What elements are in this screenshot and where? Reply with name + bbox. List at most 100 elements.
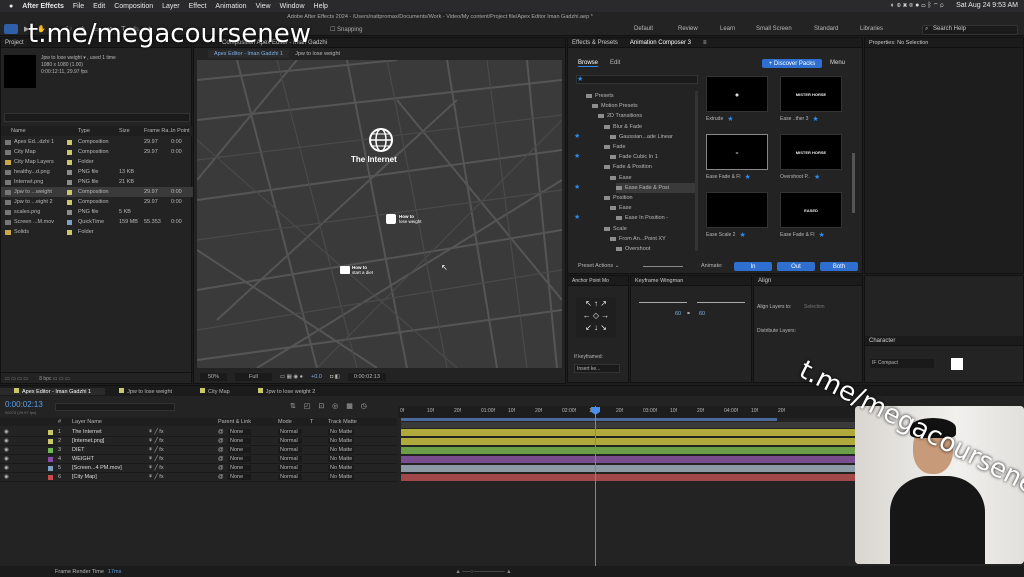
status-icons[interactable]: ◐ ◍ ▣ ◎ ● ▭ ᛒ ◠ ⌕ [891, 2, 944, 9]
item-label-color[interactable] [67, 199, 72, 205]
parent-select[interactable]: None [228, 447, 252, 453]
parent-pickwhip-icon[interactable]: @ [218, 456, 224, 462]
track-matte-select[interactable]: No Matte [328, 447, 355, 453]
comp-canvas[interactable]: The Internet How to lose weight How to s… [197, 60, 562, 368]
col-in[interactable]: In Point [171, 128, 190, 134]
project-search-input[interactable] [4, 113, 190, 122]
menu-view[interactable]: View [256, 3, 271, 10]
grid-scrollbar[interactable] [852, 153, 855, 213]
timeline-zoom-slider[interactable]: ▲ ──○──────── ▲ [455, 569, 511, 575]
preset-thumbnail-label[interactable]: Overshoot P.. ★ [780, 172, 846, 182]
item-label-color[interactable] [67, 169, 72, 175]
preset-thumbnail[interactable]: ◉ [706, 76, 768, 112]
apple-icon[interactable]: ● [9, 3, 13, 10]
layer-switches[interactable]: ⚘ ╱ fx [148, 438, 164, 444]
preset-tree-item[interactable]: 2D Transitions [598, 111, 642, 121]
font-family-select[interactable]: IF Compact [870, 359, 934, 368]
project-item[interactable]: Apex Ed...dzhi 1 Composition 29.97 0:00 [1, 137, 193, 147]
preset-thumbnail-label[interactable]: Ease ..ther 3 ★ [780, 114, 846, 124]
project-item[interactable]: City Map Composition 29.97 0:00 [1, 147, 193, 157]
favorite-star-icon[interactable]: ★ [818, 231, 824, 239]
menu-composition[interactable]: Composition [114, 3, 153, 10]
favorite-star-icon[interactable]: ★ [574, 152, 580, 160]
parent-select[interactable]: None [228, 456, 252, 462]
mode-select[interactable]: Normal [278, 438, 302, 444]
parent-pickwhip-icon[interactable]: @ [218, 465, 224, 471]
timeline-tab[interactable]: City Map [186, 387, 244, 395]
project-item[interactable]: Screen ...M.mov QuickTime 159 MB 55.353 0:00 [1, 217, 193, 227]
animate-out-button[interactable]: Out [777, 262, 815, 271]
favorite-star-icon[interactable]: ★ [739, 231, 745, 239]
preset-tree-item[interactable]: Ease Fade & Posi [616, 182, 698, 193]
workspace-learn[interactable]: Learn [720, 26, 735, 32]
label-swatch[interactable] [48, 447, 53, 453]
preset-tree-item[interactable]: Overshoot [616, 244, 650, 254]
label-swatch[interactable] [48, 429, 53, 435]
menu-edit[interactable]: Edit [93, 3, 105, 10]
ease-out-slider[interactable] [697, 302, 745, 303]
viewer-timecode[interactable]: 0:00:02:13 [347, 373, 386, 381]
discover-packs-button[interactable]: + Discover Packs [762, 59, 822, 68]
timeline-tab[interactable]: Jpw to lose weight [105, 387, 186, 395]
workspace-review[interactable]: Review [678, 26, 698, 32]
layer-switches[interactable]: ⚘ ╱ fx [148, 474, 164, 480]
time-ruler[interactable]: 0f 10f 20f 01:00f 10f 20f 02:00f 10f 20f 03:00f 10… [398, 406, 858, 418]
link-icon[interactable]: ⚭ [686, 310, 691, 317]
timeline-timecode[interactable]: 0:00:02:13 [5, 400, 43, 409]
layer-switches[interactable]: ⚘ ╱ fx [148, 465, 164, 471]
timeline-switch-icons[interactable]: ⇅ ◰ ⊡ ◎ ▦ ◷ [290, 402, 370, 410]
project-item[interactable]: Internet.png PNG file 21 KB [1, 177, 193, 187]
menu-file[interactable]: File [73, 3, 84, 10]
home-icon[interactable] [4, 24, 18, 34]
timeline-tab[interactable]: Jpw to lose weight 2 [244, 387, 330, 395]
preset-thumbnail-label[interactable]: Ease Scale 2 ★ [706, 230, 772, 240]
menu-icon[interactable]: ≡ [703, 40, 707, 46]
tab-animation-composer[interactable]: Animation Composer 3 [630, 40, 691, 46]
parent-select[interactable]: None [228, 429, 252, 435]
track-matte-select[interactable]: No Matte [328, 438, 355, 444]
favorite-star-icon[interactable]: ★ [744, 173, 750, 181]
menu-help[interactable]: Help [314, 3, 328, 10]
mode-select[interactable]: Normal [278, 474, 302, 480]
snapping-toggle[interactable]: ☐ Snapping [330, 26, 362, 33]
preset-thumbnail-label[interactable]: Extrude ★ [706, 114, 772, 124]
workspace-libraries[interactable]: Libraries [860, 26, 883, 32]
tree-scrollbar[interactable] [695, 91, 698, 251]
mode-select[interactable]: Normal [278, 429, 302, 435]
ease-in-slider[interactable] [639, 302, 687, 303]
layer-duration-bar[interactable] [401, 456, 856, 463]
preset-thumbnail-label[interactable]: Ease Fade & Fl ★ [706, 172, 772, 182]
favorite-star-icon[interactable]: ★ [574, 132, 580, 140]
preset-tree-item[interactable]: From An...Point XY [610, 234, 666, 244]
visibility-eye-icon[interactable]: ◉ [4, 465, 9, 471]
layer-search-input[interactable] [55, 403, 175, 411]
edit-tab[interactable]: Edit [610, 60, 620, 66]
menu-window[interactable]: Window [280, 3, 305, 10]
hdr-mode[interactable]: Mode [278, 419, 292, 425]
item-label-color[interactable] [67, 209, 72, 215]
track-matte-select[interactable]: No Matte [328, 429, 355, 435]
layer-row[interactable]: ◉ 4 WEIGHT ⚘ ╱ fx @ None Normal No Matte [0, 455, 397, 464]
layer-row[interactable]: ◉ 2 [Internet.png] ⚘ ╱ fx @ None Normal No Matt… [0, 437, 397, 446]
project-item[interactable]: City Map Layers Folder [1, 157, 193, 167]
playhead[interactable] [595, 406, 596, 577]
preset-search-input[interactable] [576, 75, 698, 84]
preset-tree-item[interactable]: Scale [604, 224, 627, 234]
preset-tree-item[interactable]: Gaussian...ade Linear [610, 132, 673, 142]
resolution-select[interactable]: Full [235, 373, 272, 381]
project-item[interactable]: Solids Folder [1, 227, 193, 237]
bpc-label[interactable]: 8 bpc [39, 376, 51, 382]
favorite-star-icon[interactable]: ★ [727, 115, 733, 123]
menu-layer[interactable]: Layer [162, 3, 180, 10]
label-swatch[interactable] [48, 474, 53, 480]
app-menu[interactable]: After Effects [22, 3, 64, 10]
mode-select[interactable]: Normal [278, 456, 302, 462]
workspace-small-screen[interactable]: Small Screen [756, 26, 792, 32]
label-swatch[interactable] [48, 456, 53, 462]
favorite-star-icon[interactable]: ★ [574, 213, 580, 221]
layer-row[interactable]: ◉ 3 DIET ⚘ ╱ fx @ None Normal No Matte [0, 446, 397, 455]
layer-duration-bar[interactable] [401, 465, 856, 472]
preset-tree-item[interactable]: Ease [610, 173, 632, 183]
animate-both-button[interactable]: Both [820, 262, 858, 271]
track-matte-select[interactable]: No Matte [328, 456, 355, 462]
